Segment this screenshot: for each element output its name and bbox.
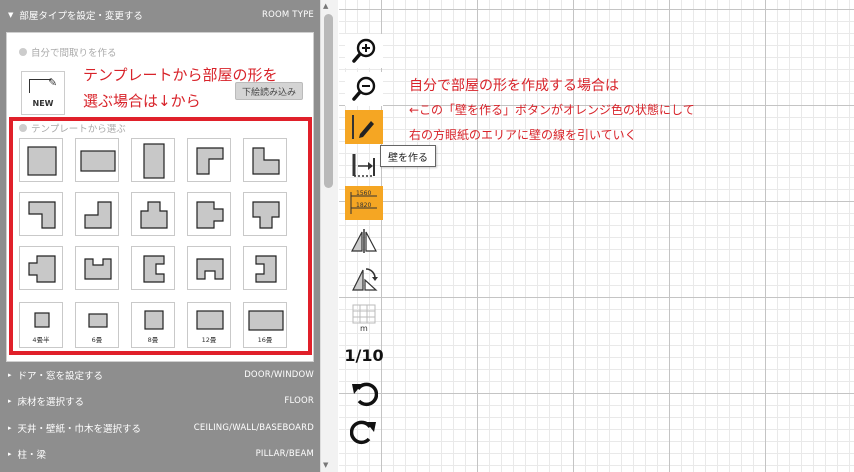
left-panel: ▼ 部屋タイプを設定・変更する ROOM TYPE 自分で間取りを作る ✎ NEW…	[0, 0, 320, 472]
collapsed-triangle-icon: ▸	[8, 397, 12, 405]
create-wall-button[interactable]	[345, 110, 383, 144]
template-l-shape-1[interactable]	[187, 138, 231, 182]
square-room-icon	[27, 146, 57, 176]
template-reverse-c[interactable]	[243, 246, 287, 290]
zoom-in-icon	[352, 38, 376, 63]
template-c-shape[interactable]	[131, 246, 175, 290]
canvas-note-line3: 右の方眼紙のエリアに壁の線を引いていく	[409, 128, 637, 142]
l-shape-room-icon	[28, 201, 56, 229]
section-floor[interactable]: ▸ 床材を選択する FLOOR	[0, 388, 320, 414]
template-side-notch[interactable]	[187, 192, 231, 236]
create-wall-tooltip: 壁を作る	[380, 145, 436, 167]
radio-icon	[19, 48, 27, 56]
collapsed-triangle-icon: ▸	[8, 371, 12, 379]
redo-button[interactable]	[345, 414, 383, 448]
l-shape-room-icon	[196, 147, 224, 175]
zoom-out-icon	[352, 76, 376, 101]
collapsed-triangle-icon: ▸	[8, 450, 12, 458]
template-note-line2: 選ぶ場合は↓から	[83, 92, 201, 110]
l-shape-room-icon	[84, 201, 112, 229]
mirror-flip-icon	[351, 229, 377, 253]
template-n-shape[interactable]	[187, 246, 231, 290]
template-size-6[interactable]: 6畳	[75, 302, 119, 348]
room-type-label-en: ROOM TYPE	[261, 10, 314, 20]
zoom-out-button[interactable]	[345, 72, 383, 106]
grid-meter-icon: m	[352, 304, 376, 332]
grid-unit-button[interactable]: m	[345, 300, 383, 334]
undo-button[interactable]	[345, 376, 383, 410]
dimension-button[interactable]: 1560 1820	[345, 186, 383, 220]
scrollbar-thumb[interactable]	[324, 14, 333, 188]
canvas-note-line1: 自分で部屋の形を作成する場合は	[409, 78, 619, 94]
template-l-shape-3[interactable]	[19, 192, 63, 236]
section-pillar-beam[interactable]: ▸ 柱・梁 PILLAR/BEAM	[0, 441, 320, 467]
dimension-bottom-text: 1820	[356, 202, 371, 209]
template-size-12[interactable]: 12畳	[187, 302, 231, 348]
side-notch-room-icon	[196, 201, 224, 229]
zoom-in-button[interactable]	[345, 34, 383, 68]
collapsed-triangle-icon: ▸	[8, 424, 12, 432]
pencil-icon	[352, 115, 374, 139]
room-type-label: 部屋タイプを設定・変更する	[19, 11, 143, 22]
new-room-tile[interactable]: ✎ NEW	[21, 71, 65, 115]
left-notch-room-icon	[28, 255, 56, 283]
dimension-icon: 1560 1820	[350, 190, 377, 214]
rotate-shape-icon	[352, 268, 378, 291]
load-underlay-button[interactable]: 下絵読み込み	[235, 82, 303, 100]
scale-label: 1/10	[344, 345, 384, 365]
scroll-up-arrow-icon[interactable]: ▲	[323, 2, 328, 10]
section-ceiling-wall[interactable]: ▸ 天井・壁紙・巾木を選択する CEILING/WALL/BASEBOARD	[0, 415, 320, 441]
reverse-c-room-icon	[255, 255, 277, 283]
u-shape-room-icon	[84, 258, 112, 280]
canvas-note-line2: ←この「壁を作る」ボタンがオレンジ色の状態にして	[409, 103, 695, 117]
template-square[interactable]	[19, 138, 63, 182]
pencil-icon: ✎	[48, 76, 58, 89]
n-shape-room-icon	[196, 258, 224, 280]
template-size-16[interactable]: 16畳	[243, 302, 287, 348]
mirror-button[interactable]	[345, 224, 383, 258]
redo-icon	[350, 420, 376, 445]
measure-wall-button[interactable]	[345, 148, 383, 182]
template-wide-rect[interactable]	[75, 138, 119, 182]
scale-button[interactable]: 1/10	[344, 338, 384, 372]
tall-rect-room-icon	[143, 143, 165, 179]
l-shape-room-icon	[252, 147, 280, 175]
section-door-window[interactable]: ▸ ドア・窓を設定する DOOR/WINDOW	[0, 362, 320, 388]
t-shape-room-icon	[140, 201, 168, 229]
template-size-8[interactable]: 8畳	[131, 302, 175, 348]
scroll-down-arrow-icon[interactable]: ▼	[323, 461, 328, 469]
inverted-t-room-icon	[252, 201, 280, 229]
template-l-shape-4[interactable]	[75, 192, 119, 236]
meter-label: m	[360, 324, 368, 332]
custom-layout-option[interactable]: 自分で間取りを作る	[19, 45, 117, 59]
room-type-header[interactable]: ▼ 部屋タイプを設定・変更する ROOM TYPE	[0, 2, 320, 28]
template-l-shape-2[interactable]	[243, 138, 287, 182]
wall-measure-icon	[352, 154, 375, 177]
undo-icon	[352, 382, 378, 407]
c-shape-room-icon	[143, 255, 165, 283]
canvas-toolbar: 1560 1820 m 1/10	[344, 34, 384, 454]
dimension-top-text: 1560	[356, 190, 371, 197]
template-inverted-t[interactable]	[243, 192, 287, 236]
template-u-shape[interactable]	[75, 246, 119, 290]
template-tall-rect[interactable]	[131, 138, 175, 182]
template-size-4.5[interactable]: 4畳半	[19, 302, 63, 348]
template-left-notch[interactable]	[19, 246, 63, 290]
expand-triangle-icon: ▼	[8, 11, 14, 19]
wide-rect-room-icon	[80, 150, 116, 172]
graph-paper-canvas[interactable]	[339, 0, 854, 472]
template-t-shape[interactable]	[131, 192, 175, 236]
rotate-shape-button[interactable]	[345, 262, 383, 296]
